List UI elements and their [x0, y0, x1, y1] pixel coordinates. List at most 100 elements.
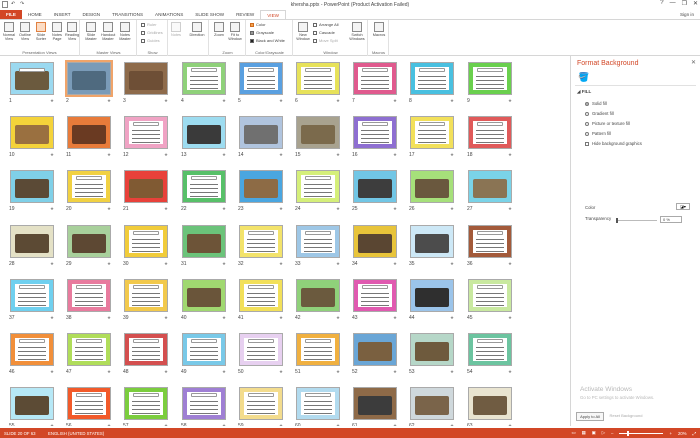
transition-icon[interactable]: ★	[450, 206, 454, 212]
transition-icon[interactable]: ★	[279, 369, 283, 375]
zoom-slider[interactable]	[619, 430, 664, 436]
slide-thumbnail[interactable]	[124, 62, 168, 95]
transition-icon[interactable]: ★	[393, 152, 397, 158]
transition-icon[interactable]: ★	[279, 315, 283, 321]
slide-thumbnail[interactable]	[410, 279, 454, 312]
transition-icon[interactable]: ★	[508, 206, 512, 212]
slide-thumbnail[interactable]	[239, 333, 283, 366]
transition-icon[interactable]: ★	[393, 206, 397, 212]
color-option[interactable]: Color	[250, 22, 266, 28]
transition-icon[interactable]: ★	[222, 423, 226, 426]
macros-button[interactable]: Macros	[372, 22, 386, 37]
transition-icon[interactable]: ★	[508, 261, 512, 267]
transition-icon[interactable]: ★	[107, 369, 111, 375]
slide-thumbnail[interactable]	[239, 62, 283, 95]
transition-icon[interactable]: ★	[107, 98, 111, 104]
sign-in-link[interactable]: Sign in	[674, 10, 700, 19]
picture-fill-radio[interactable]: Picture or texture fill	[585, 121, 630, 126]
slide-sorter-button[interactable]: Slide Sorter	[34, 22, 48, 42]
gradient-fill-radio[interactable]: Gradient fill	[585, 111, 614, 116]
handout-master-button[interactable]: Handout Master	[101, 22, 115, 42]
hide-background-graphics-checkbox[interactable]: Hide background graphics	[585, 141, 642, 146]
transition-icon[interactable]: ★	[336, 98, 340, 104]
slide-thumbnail[interactable]	[468, 279, 512, 312]
slide-thumbnail[interactable]	[124, 170, 168, 203]
transition-icon[interactable]: ★	[50, 98, 54, 104]
ruler-checkbox[interactable]: Ruler	[141, 22, 157, 28]
fit-slide-icon[interactable]: ⤢	[693, 431, 696, 436]
transition-icon[interactable]: ★	[508, 315, 512, 321]
transition-icon[interactable]: ★	[222, 369, 226, 375]
slide-thumbnail[interactable]	[124, 333, 168, 366]
slide-thumbnail[interactable]	[296, 279, 340, 312]
transition-icon[interactable]: ★	[450, 423, 454, 426]
slide-thumbnail[interactable]	[10, 333, 54, 366]
solid-fill-radio[interactable]: Solid fill	[585, 101, 607, 106]
transition-icon[interactable]: ★	[450, 261, 454, 267]
minimize-button[interactable]: —	[670, 0, 676, 7]
tab-home[interactable]: HOME	[22, 10, 48, 19]
transition-icon[interactable]: ★	[50, 423, 54, 426]
cascade-button[interactable]: Cascade	[313, 30, 335, 36]
slide-thumbnail[interactable]	[239, 279, 283, 312]
slide-thumbnail[interactable]	[296, 225, 340, 258]
transition-icon[interactable]: ★	[508, 98, 512, 104]
slide-thumbnail[interactable]	[67, 225, 111, 258]
black-white-option[interactable]: Black and White	[250, 38, 285, 44]
paint-bucket-icon[interactable]: 🪣	[578, 72, 589, 83]
transition-icon[interactable]: ★	[450, 369, 454, 375]
zoom-slider-knob[interactable]	[627, 430, 630, 436]
pattern-fill-radio[interactable]: Pattern fill	[585, 131, 611, 136]
transition-icon[interactable]: ★	[450, 98, 454, 104]
gridlines-checkbox[interactable]: Gridlines	[141, 30, 163, 36]
slide-thumbnail[interactable]	[10, 225, 54, 258]
transition-icon[interactable]: ★	[393, 261, 397, 267]
fill-section-header[interactable]: ◢ FILL	[577, 89, 591, 95]
slide-thumbnail[interactable]	[182, 62, 226, 95]
transition-icon[interactable]: ★	[107, 315, 111, 321]
help-button[interactable]: ?	[660, 0, 663, 7]
slide-thumbnail[interactable]	[182, 116, 226, 149]
slide-thumbnail[interactable]	[468, 225, 512, 258]
transition-icon[interactable]: ★	[336, 152, 340, 158]
transition-icon[interactable]: ★	[508, 152, 512, 158]
tab-design[interactable]: DESIGN	[77, 10, 107, 19]
tab-transitions[interactable]: TRANSITIONS	[106, 10, 149, 19]
transition-icon[interactable]: ★	[50, 261, 54, 267]
slide-thumbnail[interactable]	[10, 387, 54, 420]
slide-thumbnail[interactable]	[410, 225, 454, 258]
slide-thumbnail[interactable]	[239, 170, 283, 203]
slide-thumbnail[interactable]	[10, 116, 54, 149]
slide-thumbnail[interactable]	[67, 279, 111, 312]
transition-icon[interactable]: ★	[164, 369, 168, 375]
tab-review[interactable]: REVIEW	[230, 10, 260, 19]
move-split-button[interactable]: Move Split	[313, 38, 338, 44]
slide-thumbnail[interactable]	[10, 170, 54, 203]
slide-thumbnail[interactable]	[67, 387, 111, 420]
slide-thumbnail[interactable]	[353, 333, 397, 366]
slide-thumbnail[interactable]	[65, 60, 113, 97]
transition-icon[interactable]: ★	[393, 369, 397, 375]
transition-icon[interactable]: ★	[164, 98, 168, 104]
slide-thumbnail[interactable]	[124, 279, 168, 312]
transition-icon[interactable]: ★	[279, 98, 283, 104]
fill-color-button[interactable]: ◪▾	[676, 203, 690, 210]
slide-thumbnail[interactable]	[353, 116, 397, 149]
new-window-button[interactable]: New Window	[296, 22, 310, 42]
transition-icon[interactable]: ★	[107, 206, 111, 212]
apply-to-all-button[interactable]: Apply to All	[576, 412, 604, 421]
tab-slide-show[interactable]: SLIDE SHOW	[189, 10, 230, 19]
slide-thumbnail[interactable]	[296, 333, 340, 366]
transition-icon[interactable]: ★	[107, 152, 111, 158]
slide-thumbnail[interactable]	[468, 116, 512, 149]
transition-icon[interactable]: ★	[279, 206, 283, 212]
direction-button[interactable]: Direction	[186, 22, 208, 37]
grayscale-option[interactable]: Grayscale	[250, 30, 274, 36]
slide-thumbnail[interactable]	[468, 333, 512, 366]
tab-insert[interactable]: INSERT	[48, 10, 77, 19]
transition-icon[interactable]: ★	[279, 261, 283, 267]
fit-to-window-button[interactable]: Fit to Window	[228, 22, 242, 42]
slide-thumbnail[interactable]	[124, 116, 168, 149]
transition-icon[interactable]: ★	[450, 315, 454, 321]
slide-thumbnail[interactable]	[353, 225, 397, 258]
